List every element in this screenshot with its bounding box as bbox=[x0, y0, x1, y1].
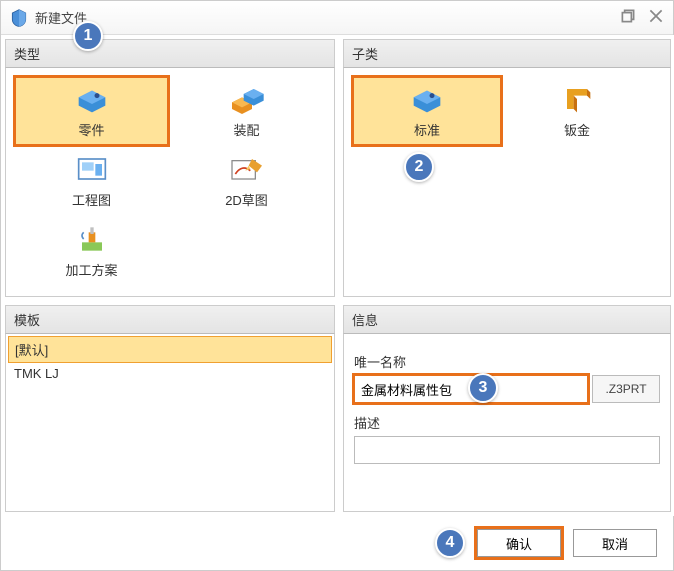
description-label: 描述 bbox=[354, 413, 660, 432]
type-label: 装配 bbox=[233, 120, 259, 139]
cam-icon bbox=[72, 224, 112, 254]
subtype-item-standard[interactable]: 标准 bbox=[352, 76, 502, 146]
type-item-cam[interactable]: 加工方案 bbox=[14, 216, 169, 286]
part-icon bbox=[407, 84, 447, 114]
titlebar: 新建文件 1 bbox=[1, 1, 673, 35]
annotation-badge-4: 4 bbox=[435, 528, 465, 558]
sketch-icon bbox=[227, 154, 267, 184]
subtype-header: 子类 bbox=[343, 39, 671, 68]
new-file-dialog: 新建文件 1 类型 零件 bbox=[0, 0, 674, 571]
annotation-badge-1: 1 bbox=[73, 21, 103, 51]
template-item-tmklj[interactable]: TMK LJ bbox=[8, 363, 332, 384]
cancel-button[interactable]: 取消 bbox=[573, 529, 657, 557]
unique-name-label: 唯一名称 bbox=[354, 352, 660, 371]
template-body: [默认] TMK LJ bbox=[5, 334, 335, 512]
description-input[interactable] bbox=[354, 436, 660, 464]
part-icon bbox=[72, 84, 112, 114]
type-section: 类型 零件 bbox=[1, 35, 339, 301]
type-label: 加工方案 bbox=[65, 260, 117, 279]
subtype-item-sheetmetal[interactable]: 钣金 bbox=[502, 76, 652, 146]
type-label: 工程图 bbox=[72, 190, 111, 209]
template-section: 模板 [默认] TMK LJ bbox=[1, 301, 339, 516]
info-section: 信息 唯一名称 .Z3PRT 3 描述 bbox=[339, 301, 674, 516]
assembly-icon bbox=[227, 84, 267, 114]
button-bar: 4 确认 取消 bbox=[435, 528, 657, 558]
template-header: 模板 bbox=[5, 305, 335, 334]
restore-icon[interactable] bbox=[619, 7, 637, 25]
close-icon[interactable] bbox=[647, 7, 665, 25]
sheetmetal-icon bbox=[557, 84, 597, 114]
type-item-assembly[interactable]: 装配 bbox=[169, 76, 324, 146]
annotation-badge-3: 3 bbox=[468, 373, 498, 403]
type-body: 零件 装配 bbox=[5, 68, 335, 297]
type-item-sketch[interactable]: 2D草图 bbox=[169, 146, 324, 216]
type-label: 零件 bbox=[78, 120, 104, 139]
ok-button[interactable]: 确认 bbox=[477, 529, 561, 557]
extension-label: .Z3PRT bbox=[592, 375, 660, 403]
subtype-section: 子类 标准 bbox=[339, 35, 674, 301]
app-icon bbox=[9, 8, 29, 28]
type-item-part[interactable]: 零件 bbox=[14, 76, 169, 146]
template-item-default[interactable]: [默认] bbox=[8, 336, 332, 363]
type-label: 2D草图 bbox=[225, 190, 268, 209]
subtype-label: 钣金 bbox=[564, 120, 590, 139]
drawing-icon bbox=[72, 154, 112, 184]
type-header: 类型 bbox=[5, 39, 335, 68]
info-header: 信息 bbox=[343, 305, 671, 334]
main-grid: 类型 零件 bbox=[1, 35, 673, 516]
subtype-label: 标准 bbox=[414, 120, 440, 139]
annotation-badge-2: 2 bbox=[404, 152, 434, 182]
subtype-body: 标准 钣金 2 bbox=[343, 68, 671, 297]
type-item-drawing[interactable]: 工程图 bbox=[14, 146, 169, 216]
window-controls bbox=[619, 7, 665, 25]
info-body: 唯一名称 .Z3PRT 3 描述 bbox=[343, 334, 671, 512]
